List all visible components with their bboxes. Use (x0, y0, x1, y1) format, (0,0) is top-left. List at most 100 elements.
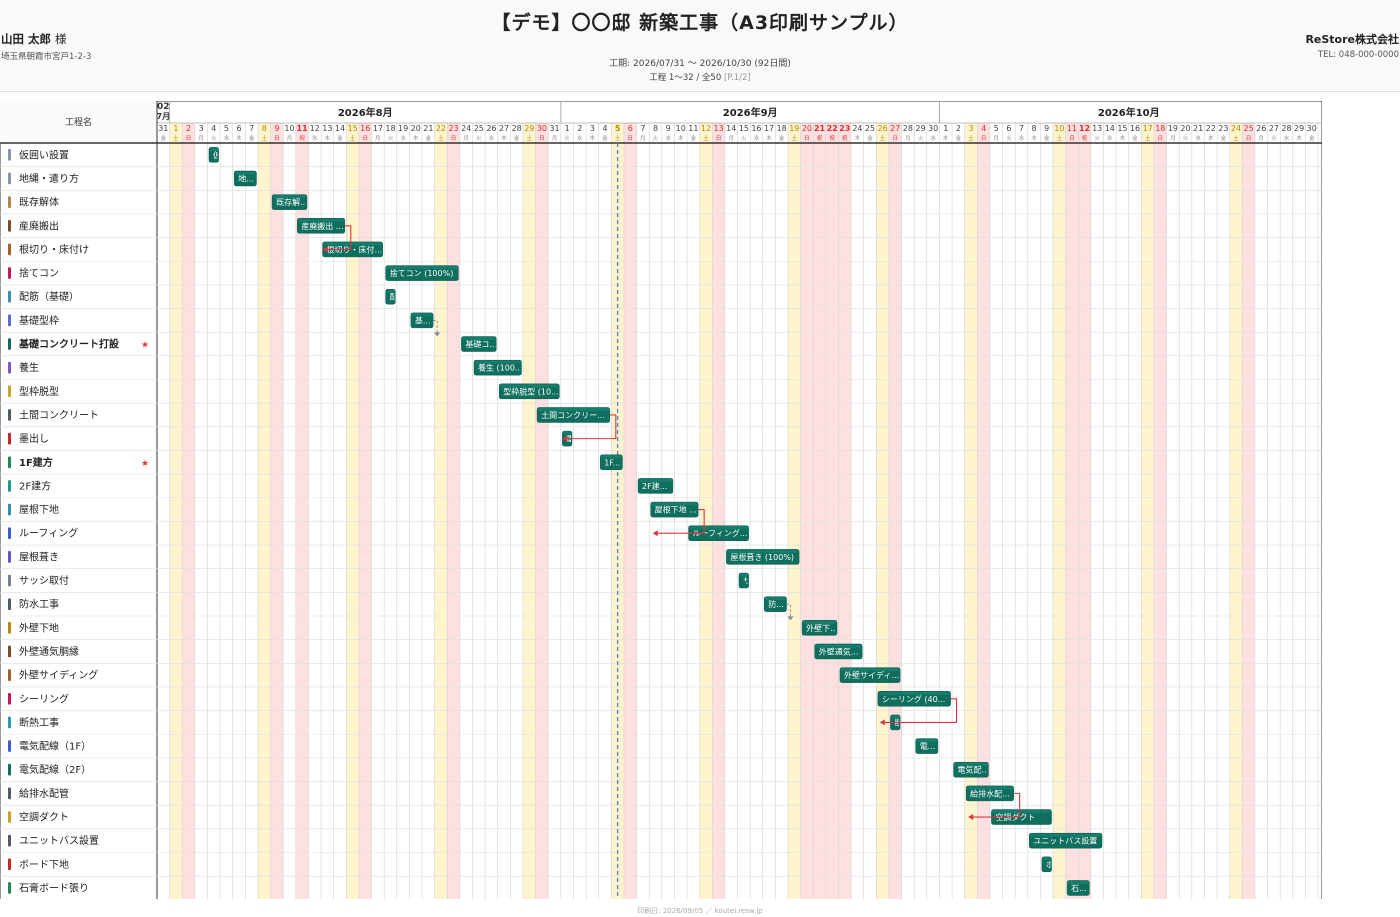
day-number: 9 (1044, 124, 1049, 133)
task-bar-label: 1F... (604, 458, 620, 467)
task-name: ボード下地 (19, 858, 69, 871)
day-shade (825, 123, 839, 899)
task-name: 基礎型枠 (19, 314, 59, 327)
weekday-label: 火 (741, 136, 747, 142)
day-number: 28 (1281, 124, 1291, 133)
task-name: 電気配線（2F） (19, 763, 91, 776)
task-bar-label: 電気配... (958, 765, 990, 775)
weekday-label: 土 (968, 134, 974, 142)
task-bar-label: 産廃搬出 ... (301, 221, 343, 231)
task-name: 根切り・床付け (19, 243, 89, 256)
weekday-label: 土 (1057, 134, 1063, 142)
page-title: 【デモ】〇〇邸 新築工事（A3印刷サンプル） (491, 12, 909, 34)
day-number: 3 (199, 124, 204, 133)
day-number: 9 (666, 124, 671, 133)
client-name-text: 山田 太郎 (1, 32, 52, 46)
weekday-label: 土 (438, 134, 444, 142)
task-bar-label: 土間コンクリー... (541, 410, 605, 420)
day-shade (813, 123, 826, 899)
task-bar-label: 電... (920, 742, 936, 751)
weekday-label: 日 (716, 135, 722, 142)
weekday-label: 日 (1158, 135, 1164, 142)
day-shade (800, 123, 814, 899)
task-name: 仮囲い設置 (19, 148, 69, 161)
weekday-label: 水 (489, 134, 495, 142)
task-name: 型枠脱型 (19, 385, 59, 398)
weekday-label: 木 (678, 134, 684, 142)
task-color-marker (8, 669, 11, 681)
month-label: 2026年9月 (723, 106, 778, 119)
task-name: 地縄・遣り方 (19, 172, 79, 185)
day-shade (838, 123, 852, 899)
weekday-label: 金 (1044, 134, 1050, 142)
weekday-label: 水 (1284, 134, 1290, 142)
task-color-marker (8, 432, 11, 445)
task-bar-label: 基... (415, 315, 431, 325)
task-bar-label: 外壁下... (806, 623, 838, 633)
day-number: 7 (1019, 124, 1024, 133)
weekday-label: 金 (161, 134, 167, 142)
task-bar-label: 地... (238, 173, 254, 183)
weekday-label: 日 (362, 135, 368, 142)
day-number: 27 (499, 124, 509, 133)
day-shade (270, 123, 284, 899)
weekday-label: 月 (463, 135, 469, 142)
weekday-label: 金 (691, 134, 697, 142)
weekday-label: 木 (1208, 134, 1214, 142)
day-number: 16 (1130, 124, 1140, 133)
weekday-label: 水 (930, 134, 936, 142)
weekday-label: 火 (918, 136, 924, 142)
task-name: 配筋（基礎） (19, 290, 79, 303)
day-number: 13 (322, 124, 332, 133)
task-color-marker (8, 480, 11, 492)
weekday-label: 日 (186, 135, 192, 142)
task-color-marker (8, 149, 11, 161)
task-bar-label: 防... (768, 599, 784, 609)
day-shade (623, 123, 637, 899)
weekday-label: 祝 (829, 134, 835, 142)
weekday-label: 月 (287, 135, 293, 142)
day-number: 15 (348, 124, 358, 133)
day-number: 15 (1117, 124, 1127, 133)
milestone-star-icon: ★ (141, 341, 149, 351)
weekday-label: 金 (249, 134, 255, 142)
day-number: 20 (802, 124, 812, 133)
day-number: 14 (335, 124, 345, 133)
task-name: 石膏ボード張り (19, 881, 89, 894)
task-bar-label: 型枠脱型 (10... (503, 386, 558, 396)
day-number: 26 (1256, 124, 1266, 133)
task-name: 1F建方 (19, 456, 53, 469)
day-number: 31 (158, 124, 168, 133)
weekday-label: 日 (1246, 135, 1252, 142)
weekday-label: 水 (312, 134, 318, 142)
weekday-label: 木 (855, 134, 861, 142)
weekday-label: 祝 (842, 134, 848, 142)
weekday-label: 木 (236, 134, 242, 142)
weekday-label: 日 (893, 135, 899, 142)
day-number: 18 (1155, 124, 1165, 133)
gantt-frame (0, 101, 1322, 899)
day-shade (169, 123, 183, 899)
task-color-marker (8, 551, 11, 563)
day-number: 4 (602, 124, 607, 133)
task-name: 墨出し (19, 432, 49, 445)
task-name: ユニットバス設置 (19, 834, 99, 847)
weekday-label: 月 (993, 135, 999, 142)
day-number: 30 (928, 124, 938, 133)
weekday-label: 水 (665, 134, 671, 142)
weekday-label: 火 (1271, 136, 1277, 142)
weekday-label: 水 (1019, 134, 1025, 142)
day-shade (788, 123, 801, 899)
task-color-marker (8, 409, 11, 421)
task-color-marker (8, 692, 11, 705)
task-color-marker (8, 196, 11, 208)
print-footer: 印刷日: 2026/09/05 ／ koutei.resw.jp (637, 907, 763, 915)
day-number: 20 (411, 124, 421, 133)
day-number: 28 (512, 124, 522, 133)
page-indicator: [P.1/2] (723, 73, 751, 83)
day-number: 4 (981, 124, 986, 133)
day-number: 7 (640, 124, 645, 133)
gantt-chart: 工程名027月 2026年8月 2026年9月 2026年10月31金1土2日3月4火… (0, 101, 1322, 899)
weekday-label: 金 (602, 134, 608, 142)
weekday-label: 火 (211, 136, 217, 142)
